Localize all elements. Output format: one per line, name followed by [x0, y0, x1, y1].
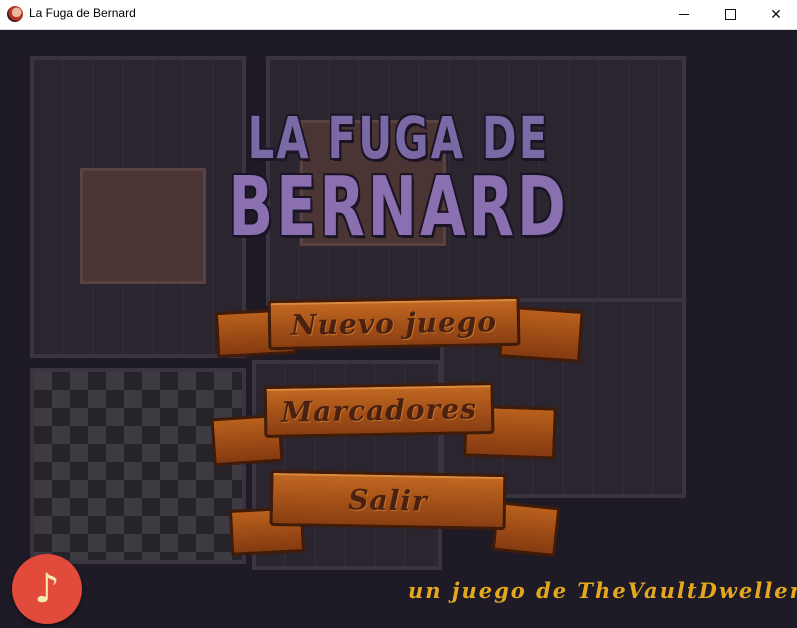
exit-button[interactable]: Salir [269, 469, 507, 531]
new-game-button[interactable]: Nuevo juego [267, 295, 521, 351]
music-note-icon: ♪ [34, 566, 60, 612]
room-bathroom [30, 368, 246, 564]
maximize-button[interactable] [707, 0, 753, 29]
music-toggle-button[interactable]: ♪ [12, 554, 82, 624]
scores-label: Marcadores [280, 391, 478, 429]
author-credit: un juego de TheVaultDweller13 [408, 578, 797, 603]
bernard-avatar-icon [7, 6, 23, 22]
close-button[interactable]: ✕ [753, 0, 797, 29]
game-canvas: LA FUGA DE BERNARD Nuevo juego Marcadore… [0, 30, 797, 628]
exit-label: Salir [348, 482, 428, 518]
scores-button[interactable]: Marcadores [263, 381, 495, 439]
game-title-line2: BERNARD [228, 160, 569, 255]
window-titlebar: La Fuga de Bernard ✕ [0, 0, 797, 30]
minimize-icon [679, 14, 689, 15]
new-game-label: Nuevo juego [290, 304, 498, 342]
window-title: La Fuga de Bernard [29, 6, 136, 20]
close-icon: ✕ [770, 6, 782, 23]
minimize-button[interactable] [661, 0, 707, 29]
maximize-icon [724, 9, 736, 20]
